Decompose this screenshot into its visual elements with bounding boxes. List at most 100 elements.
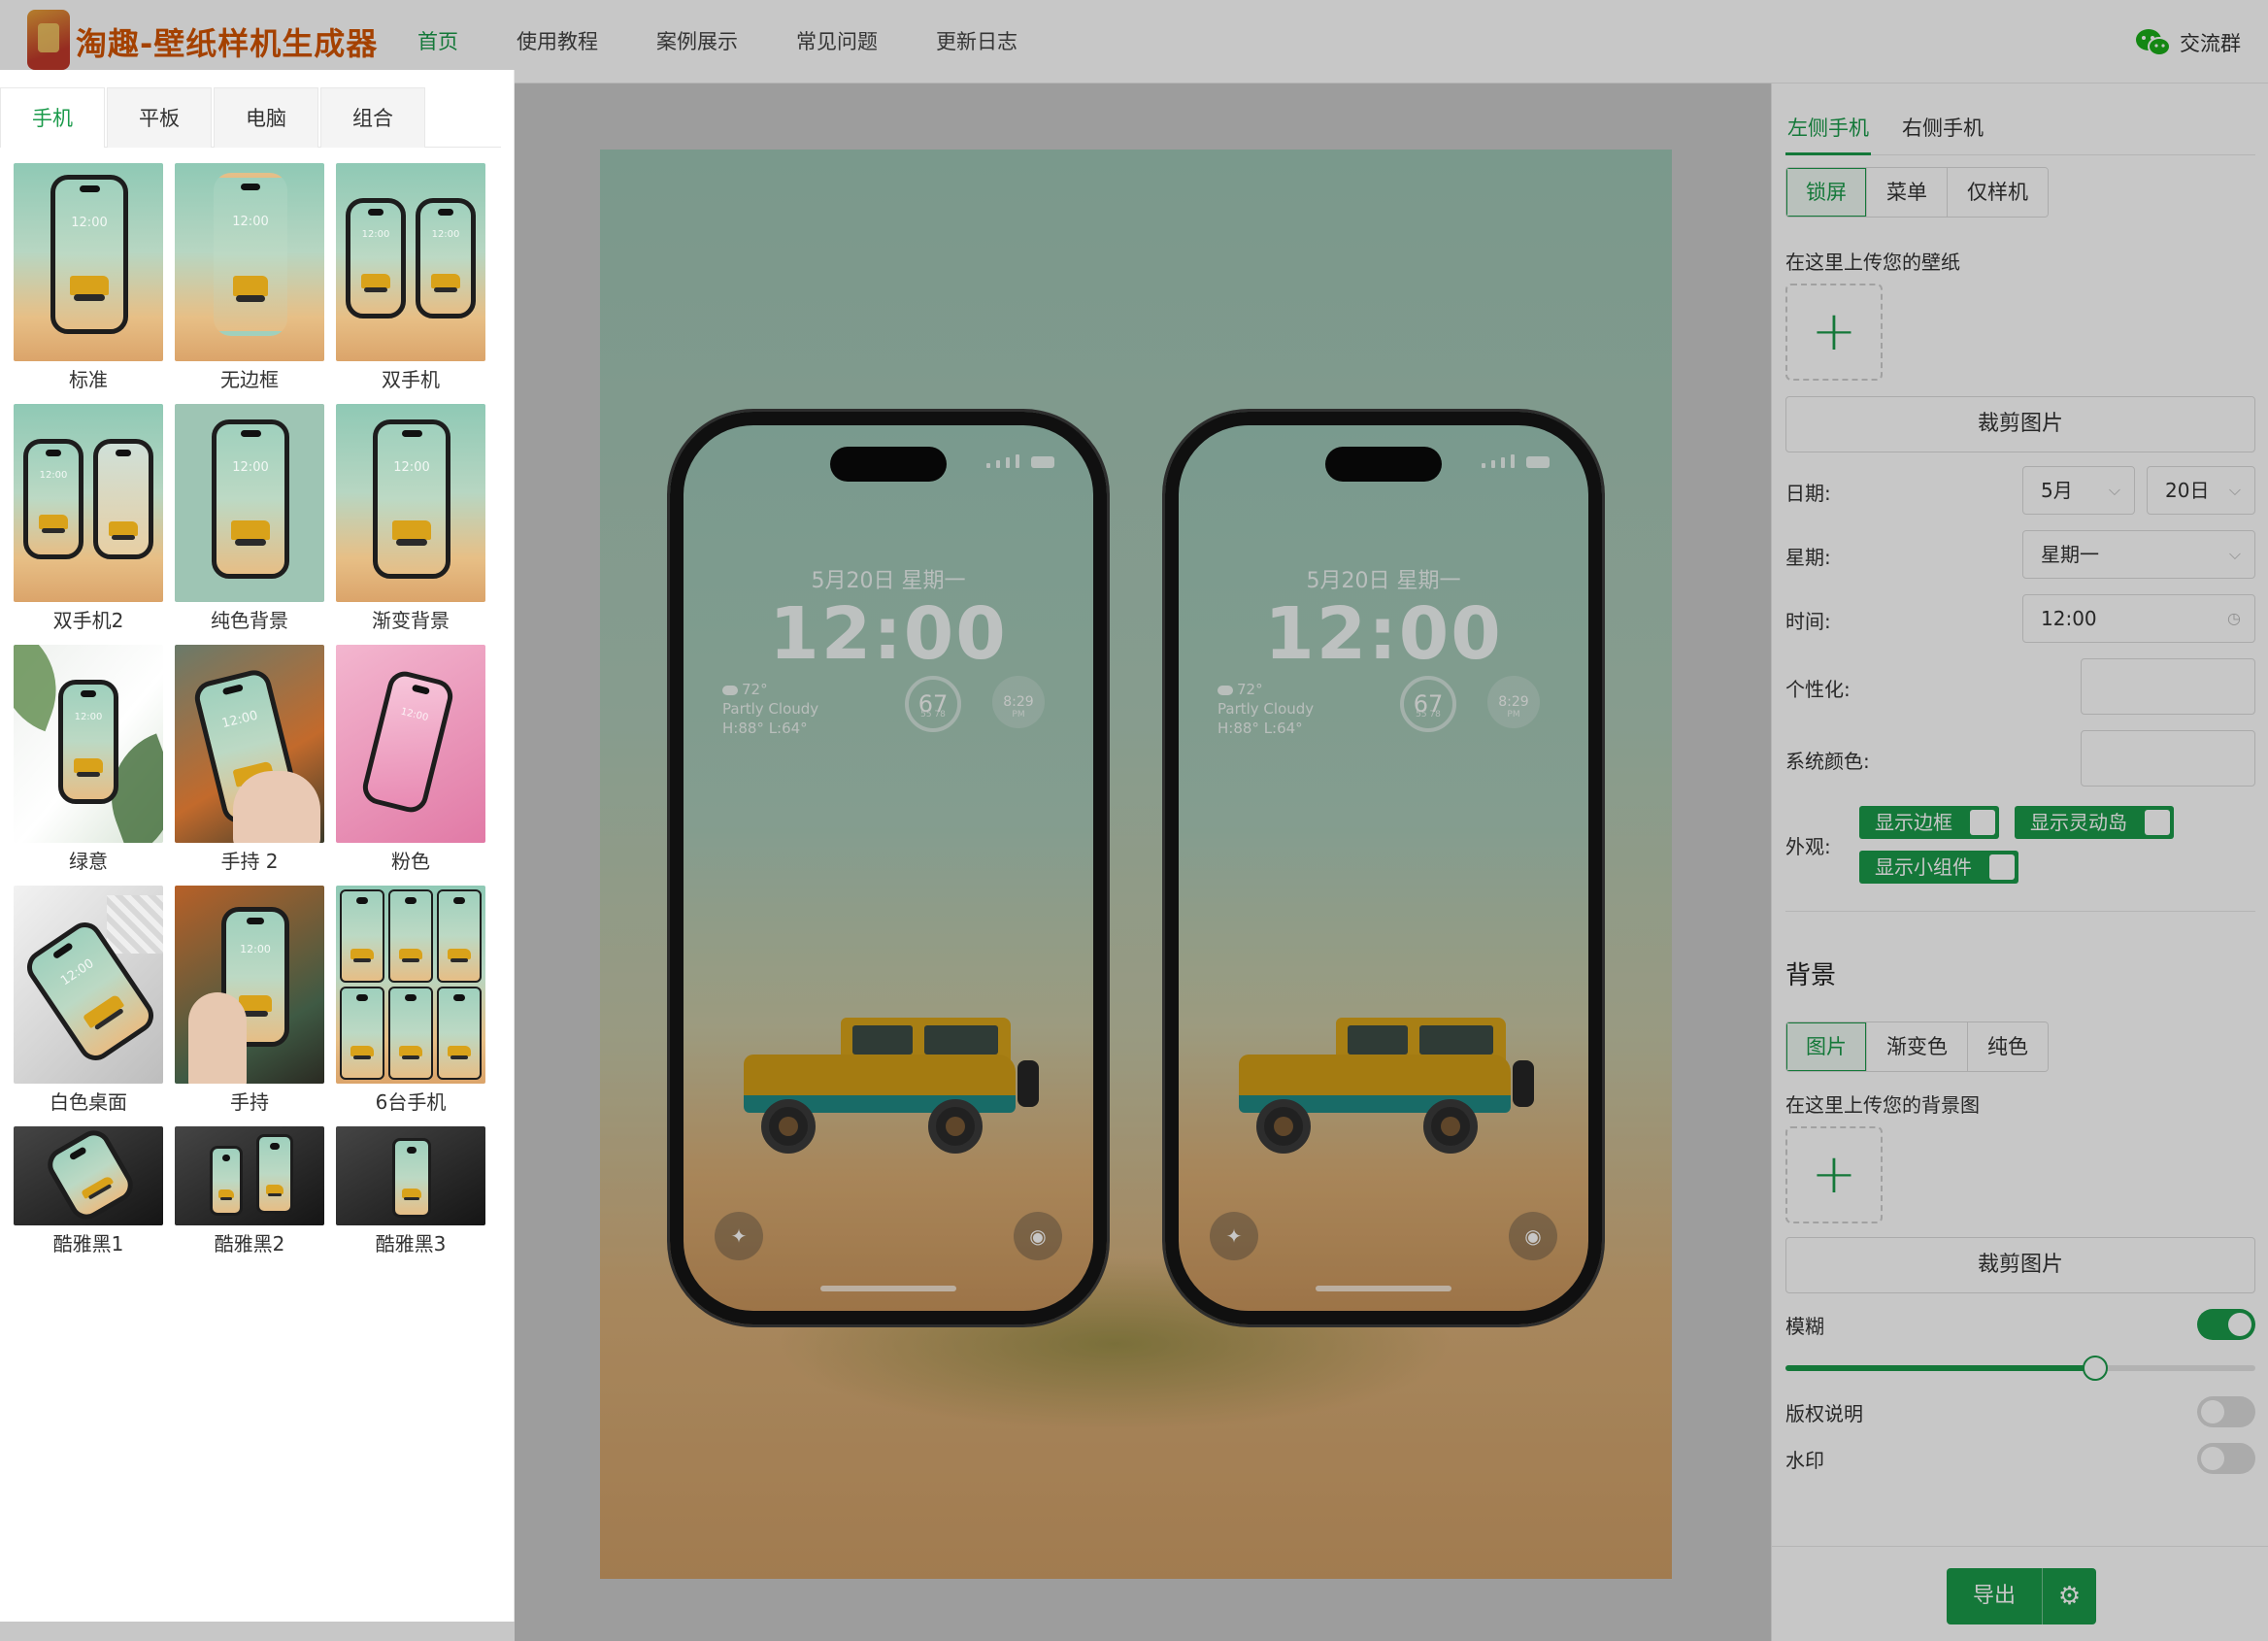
template-thumbnail (14, 1126, 163, 1225)
template-gradient-bg[interactable]: 12:00 渐变背景 (336, 404, 485, 645)
template-six-phones[interactable]: 6台手机 (336, 886, 485, 1126)
template-cool-black-3[interactable]: 酷雅黑3 (336, 1126, 485, 1262)
wallpaper-car (744, 1018, 1039, 1154)
template-label: 标准 (69, 368, 108, 391)
time-picker[interactable]: 12:00 ◷ (2022, 594, 2255, 643)
bg-gradient-button[interactable]: 渐变色 (1867, 1022, 1968, 1071)
preview-canvas-area: 5月20日 星期一 12:00 72° Partly Cloudy H:88° … (515, 84, 1771, 1641)
template-label: 白色桌面 (50, 1090, 127, 1114)
tab-combo[interactable]: 组合 (320, 87, 425, 148)
mode-mockup-only-button[interactable]: 仅样机 (1948, 168, 2048, 217)
template-thumbnail: 12:00 (175, 886, 324, 1084)
watermark-switch[interactable] (2197, 1443, 2255, 1474)
nav-item-cases[interactable]: 案例展示 (627, 0, 767, 84)
template-label: 双手机 (382, 368, 440, 391)
day-select[interactable]: 20日 ⌵ (2147, 466, 2255, 515)
ring-widget: 67 55 78 (905, 676, 961, 732)
chevron-down-icon: ⌵ (2228, 481, 2241, 499)
nav-item-faq[interactable]: 常见问题 (767, 0, 907, 84)
upload-background-button[interactable]: + (1785, 1126, 1883, 1223)
template-thumbnail: 12:00 (336, 404, 485, 602)
lock-time: 12:00 (1264, 592, 1503, 676)
template-thumbnail: 12:00 12:00 (336, 163, 485, 361)
template-greenery[interactable]: 12:00 绿意 (14, 645, 163, 886)
dynamic-island (1325, 447, 1442, 482)
template-dual-phone-2[interactable]: 12:00 双手机2 (14, 404, 163, 645)
lock-date: 5月20日 星期一 (1306, 569, 1461, 593)
crop-wallpaper-button[interactable]: 裁剪图片 (1785, 396, 2255, 452)
watermark-label: 水印 (1785, 1449, 1824, 1472)
tab-computer[interactable]: 电脑 (214, 87, 318, 148)
group-chat-link[interactable]: 交流群 (2135, 25, 2241, 60)
mode-lockscreen-button[interactable]: 锁屏 (1786, 168, 1867, 217)
wechat-icon (2136, 29, 2171, 56)
show-frame-toggle[interactable]: 显示边框 (1859, 806, 1999, 839)
template-thumbnail: 12:00 (336, 645, 485, 843)
template-standard[interactable]: 12:00 标准 (14, 163, 163, 404)
personalize-input[interactable] (2081, 658, 2255, 715)
template-solid-bg[interactable]: 12:00 纯色背景 (175, 404, 324, 645)
tab-tablet[interactable]: 平板 (107, 87, 212, 148)
bg-solid-button[interactable]: 纯色 (1968, 1022, 2048, 1071)
camera-icon: ◉ (1509, 1212, 1557, 1260)
tab-right-phone[interactable]: 右侧手机 (1900, 101, 1985, 155)
template-label: 酷雅黑3 (375, 1232, 447, 1256)
dynamic-island (830, 447, 947, 482)
time-label: 时间: (1785, 610, 1831, 633)
wallpaper-car (1239, 1018, 1534, 1154)
template-label: 手持 (230, 1090, 269, 1114)
show-widgets-toggle[interactable]: 显示小组件 (1859, 851, 2018, 884)
flashlight-icon: ✦ (1210, 1212, 1258, 1260)
section-divider (1785, 911, 2255, 912)
copyright-switch[interactable] (2197, 1396, 2255, 1427)
blur-slider[interactable] (1785, 1356, 2255, 1381)
show-dynamic-island-toggle[interactable]: 显示灵动岛 (2015, 806, 2174, 839)
blur-switch[interactable] (2197, 1309, 2255, 1340)
template-handheld[interactable]: 12:00 手持 (175, 886, 324, 1126)
template-dual-phone[interactable]: 12:00 12:00 双手机 (336, 163, 485, 404)
upload-wallpaper-button[interactable]: + (1785, 284, 1883, 381)
ring-widget: 67 55 78 (1400, 676, 1456, 732)
template-label: 手持 2 (220, 850, 279, 873)
template-label: 酷雅黑2 (214, 1232, 285, 1256)
home-indicator (1316, 1286, 1451, 1291)
template-thumbnail: 12:00 (14, 404, 163, 602)
device-tabs: 手机 平板 电脑 组合 (0, 87, 501, 148)
template-label: 无边框 (220, 368, 279, 391)
export-button[interactable]: 导出 (1947, 1568, 2042, 1624)
template-handheld-2[interactable]: 12:00 手持 2 (175, 645, 324, 886)
weekday-select[interactable]: 星期一 ⌵ (2022, 530, 2255, 579)
tab-left-phone[interactable]: 左侧手机 (1785, 101, 1871, 155)
tab-phone[interactable]: 手机 (0, 87, 105, 148)
mode-menu-button[interactable]: 菜单 (1867, 168, 1948, 217)
clock-widget: 8:29 PM (992, 676, 1045, 728)
template-label: 渐变背景 (372, 609, 450, 632)
camera-icon: ◉ (1014, 1212, 1062, 1260)
home-indicator (820, 1286, 956, 1291)
blur-slider-fill (1785, 1365, 2096, 1371)
system-color-label: 系统颜色: (1785, 750, 1870, 773)
status-bar-icons (1472, 452, 1550, 468)
app-logo-icon (27, 10, 70, 70)
month-select[interactable]: 5月 ⌵ (2022, 466, 2135, 515)
flashlight-icon: ✦ (715, 1212, 763, 1260)
template-cool-black-2[interactable]: 酷雅黑2 (175, 1126, 324, 1262)
template-pink[interactable]: 12:00 粉色 (336, 645, 485, 886)
export-bar: 导出 ⚙ (1772, 1546, 2268, 1641)
battery-icon (1031, 456, 1054, 468)
template-borderless[interactable]: 12:00 无边框 (175, 163, 324, 404)
copyright-label: 版权说明 (1785, 1402, 1863, 1425)
template-white-desk[interactable]: 12:00 白色桌面 (14, 886, 163, 1126)
left-phone-mockup[interactable]: 5月20日 星期一 12:00 72° Partly Cloudy H:88° … (670, 412, 1107, 1324)
nav-item-changelog[interactable]: 更新日志 (907, 0, 1047, 84)
blur-slider-handle[interactable] (2083, 1356, 2109, 1381)
clock-icon: ◷ (2227, 609, 2241, 627)
bg-image-button[interactable]: 图片 (1786, 1022, 1867, 1071)
right-phone-mockup[interactable]: 5月20日 星期一 12:00 72° Partly Cloudy H:88° … (1165, 412, 1602, 1324)
template-cool-black-1[interactable]: 酷雅黑1 (14, 1126, 163, 1262)
settings-panel: 左侧手机 右侧手机 锁屏 菜单 仅样机 在这里上传您的壁纸 + 裁剪图片 日期:… (1771, 84, 2268, 1641)
template-label: 6台手机 (375, 1090, 447, 1114)
gear-icon[interactable]: ⚙ (2042, 1568, 2096, 1624)
system-color-picker[interactable] (2081, 730, 2255, 787)
crop-background-button[interactable]: 裁剪图片 (1785, 1237, 2255, 1293)
